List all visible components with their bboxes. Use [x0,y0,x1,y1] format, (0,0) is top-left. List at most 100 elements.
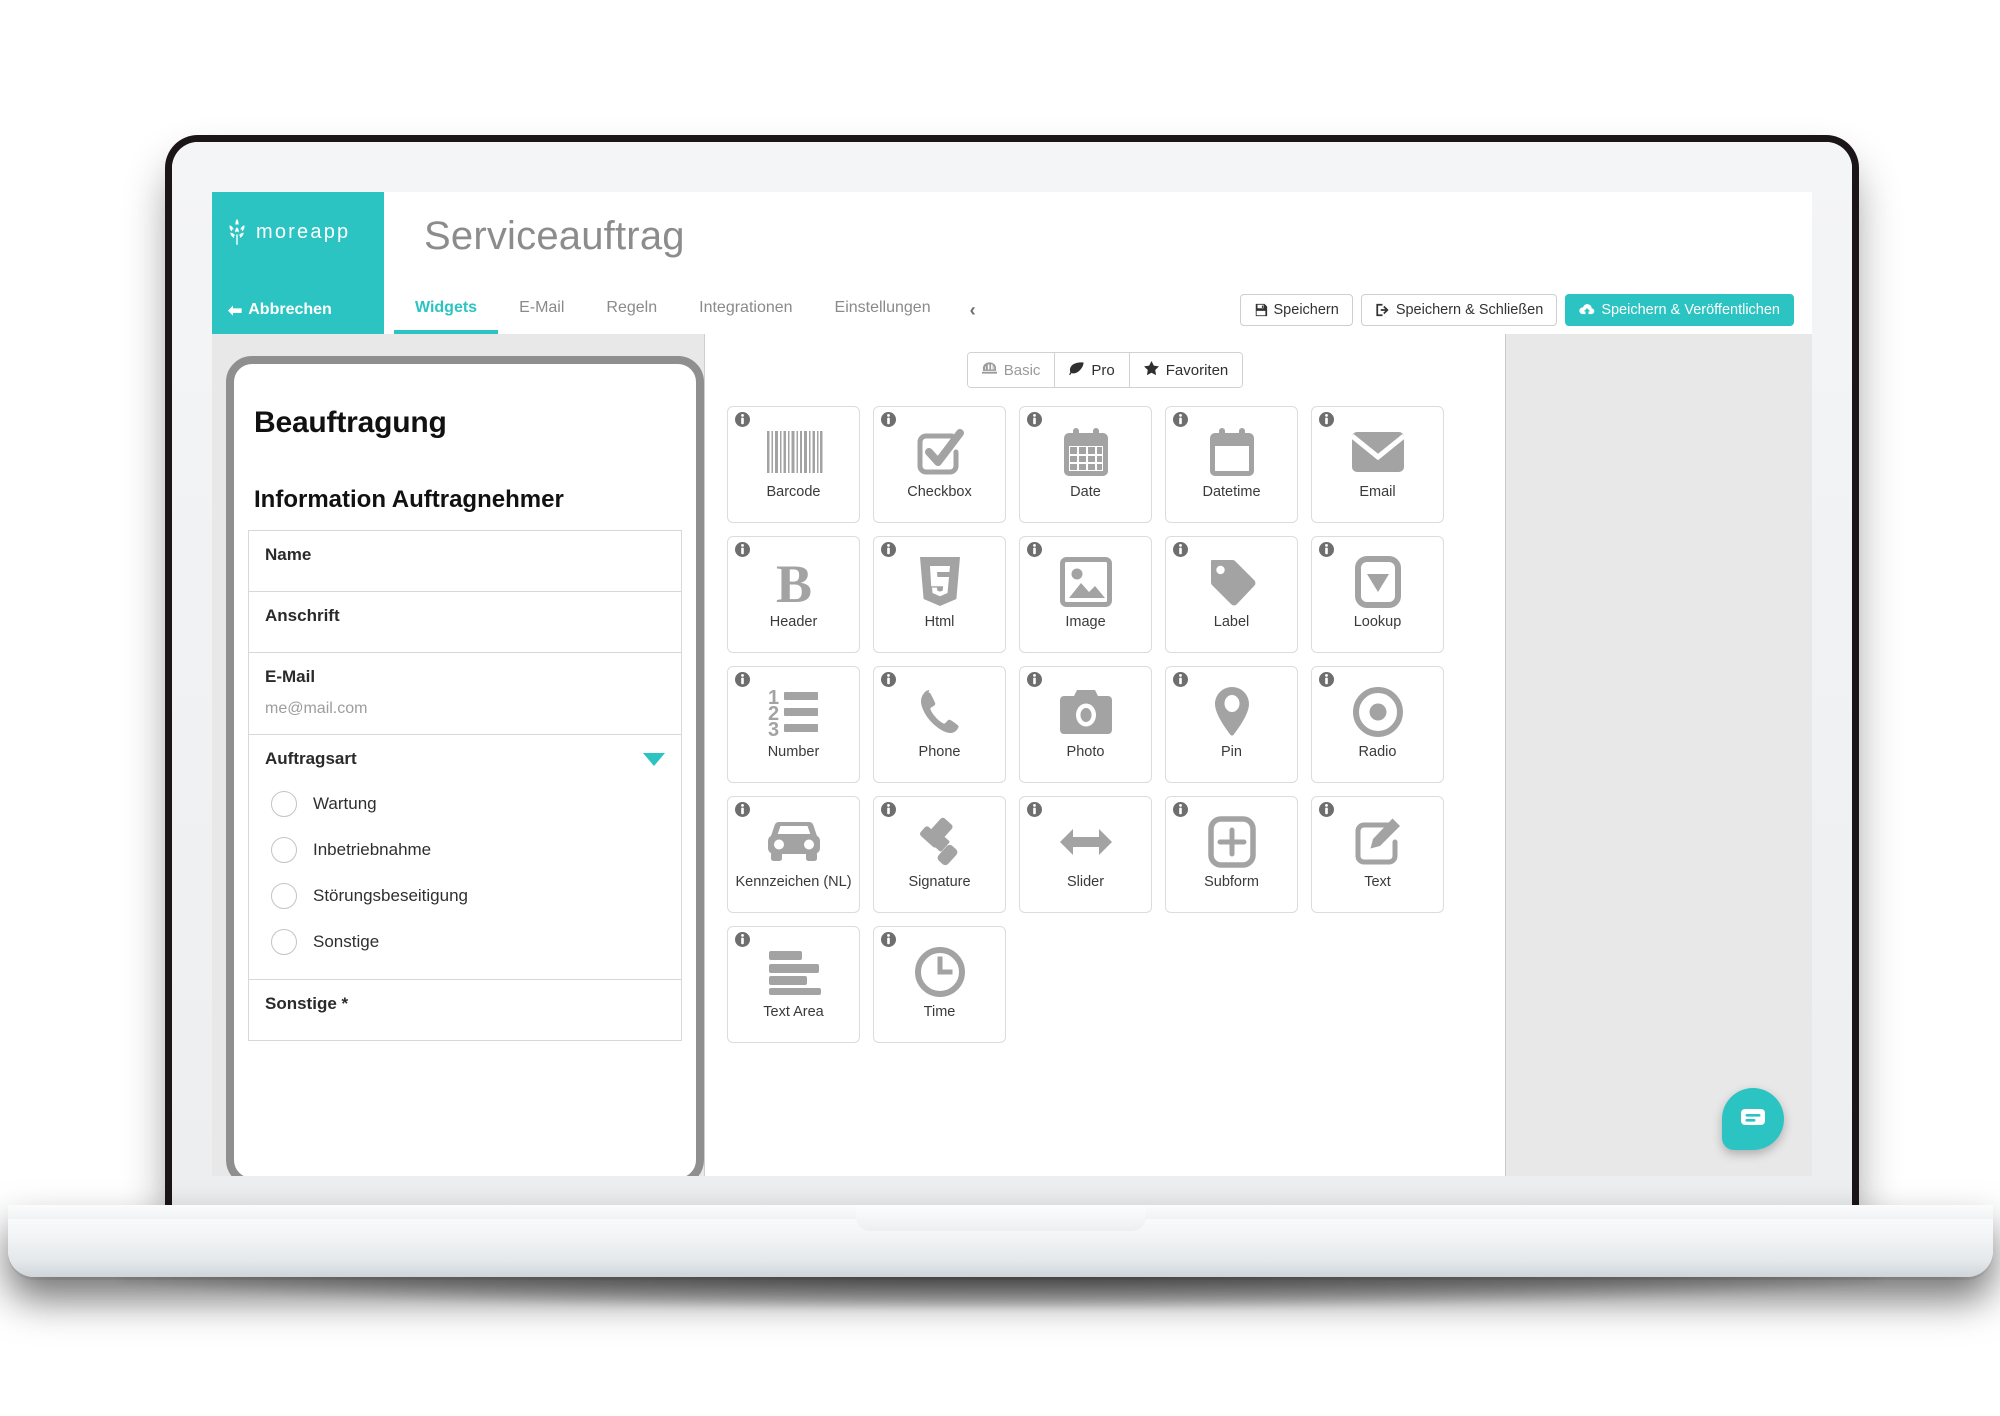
form-section-title: Information Auftragnehmer [254,486,564,513]
chat-support-button[interactable] [1722,1088,1784,1150]
app-header: moreapp Serviceauftrag [212,192,1812,286]
widget-label-text: Text [1364,874,1391,890]
widget-card-kennzeichen[interactable]: Kennzeichen (NL) [727,796,860,913]
widget-card-datetime[interactable]: Datetime [1165,406,1298,523]
info-circle-icon[interactable] [1173,802,1188,817]
chevron-down-icon[interactable] [643,752,665,766]
widget-card-image[interactable]: Image [1019,536,1152,653]
info-circle-icon[interactable] [881,412,896,427]
radio-circle-icon[interactable] [271,929,297,955]
cancel-button[interactable]: ⬅ Abbrechen [212,301,332,319]
filter-basic-button[interactable]: Basic [967,353,1056,387]
widget-card-phone[interactable]: Phone [873,666,1006,783]
info-circle-icon[interactable] [735,412,750,427]
widget-card-signature[interactable]: Signature [873,796,1006,913]
widget-card-text[interactable]: Text [1311,796,1444,913]
widget-card-pin[interactable]: Pin [1165,666,1298,783]
widget-card-radio[interactable]: Radio [1311,666,1444,783]
info-circle-icon[interactable] [735,672,750,687]
widget-label-html: Html [924,614,955,630]
radio-circle-icon[interactable] [271,791,297,817]
sign-out-icon [1375,303,1390,317]
info-circle-icon[interactable] [881,802,896,817]
tab-email[interactable]: E-Mail [498,286,585,334]
widget-label-date: Date [1070,484,1101,500]
widget-card-lookup[interactable]: Lookup [1311,536,1444,653]
widget-label-image: Image [1065,614,1106,630]
info-circle-icon[interactable] [735,802,750,817]
form-field-name[interactable]: Name [248,530,682,591]
info-circle-icon[interactable] [881,932,896,947]
info-circle-icon[interactable] [1319,412,1334,427]
info-circle-icon[interactable] [1027,802,1042,817]
tab-einstellungen[interactable]: Einstellungen [814,286,952,334]
info-circle-icon[interactable] [1027,542,1042,557]
info-circle-icon[interactable] [1027,412,1042,427]
info-circle-icon[interactable] [1027,672,1042,687]
chevron-left-icon[interactable]: ‹ [952,286,994,334]
chat-message-icon [1740,1106,1766,1133]
app-navbar: ⬅ Abbrechen Widgets E-Mail Regeln Integr… [212,286,1812,335]
info-circle-icon[interactable] [1319,672,1334,687]
laptop-mockup: moreapp Serviceauftrag ⬅ Abbrechen Widge… [0,0,2000,1416]
form-field-sonstige[interactable]: Sonstige * [248,979,682,1041]
form-field-email[interactable]: E-Mail me@mail.com [248,652,682,734]
info-circle-icon[interactable] [1319,542,1334,557]
widget-card-email[interactable]: Email [1311,406,1444,523]
info-circle-icon[interactable] [881,672,896,687]
plus-square-icon [1201,811,1263,873]
info-circle-icon[interactable] [735,932,750,947]
laptop-base [8,1205,1993,1277]
save-button[interactable]: Speichern [1239,294,1353,326]
tab-regeln[interactable]: Regeln [585,286,678,334]
widget-label-pin: Pin [1221,744,1242,760]
tab-widgets[interactable]: Widgets [394,286,499,334]
widget-card-label[interactable]: Label [1165,536,1298,653]
widget-card-date[interactable]: Date [1019,406,1152,523]
info-circle-icon[interactable] [1173,412,1188,427]
save-and-close-button[interactable]: Speichern & Schließen [1360,294,1558,326]
radio-option-wartung-label: Wartung [313,794,377,813]
wheat-icon [226,219,248,245]
widget-card-html[interactable]: Html [873,536,1006,653]
filter-favoriten-button[interactable]: Favoriten [1129,353,1243,387]
form-title: Beauftragung [254,406,447,439]
form-field-anschrift[interactable]: Anschrift [248,591,682,652]
widget-card-photo[interactable]: Photo [1019,666,1152,783]
envelope-icon [1347,421,1409,483]
brand-wordmark: moreapp [256,221,351,243]
info-circle-icon[interactable] [1173,672,1188,687]
widget-card-number[interactable]: 123 Number [727,666,860,783]
radio-option-wartung[interactable]: Wartung [265,781,665,827]
filter-pro-button[interactable]: Pro [1055,353,1130,387]
widget-card-checkbox[interactable]: Checkbox [873,406,1006,523]
widget-card-time[interactable]: Time [873,926,1006,1043]
widget-card-header[interactable]: B Header [727,536,860,653]
application-window: moreapp Serviceauftrag ⬅ Abbrechen Widge… [212,192,1812,1176]
radio-circle-icon[interactable] [271,883,297,909]
filter-favoriten-label: Favoriten [1165,361,1229,379]
widget-card-subform[interactable]: Subform [1165,796,1298,913]
map-pin-icon [1201,681,1263,743]
widget-card-text-area[interactable]: Text Area [727,926,860,1043]
text-lines-icon [763,941,825,1003]
radio-circle-icon[interactable] [271,837,297,863]
tab-integrationen[interactable]: Integrationen [678,286,813,334]
radio-option-stoerungsbeseitigung[interactable]: Störungsbeseitigung [265,873,665,919]
info-circle-icon[interactable] [1173,542,1188,557]
info-circle-icon[interactable] [881,542,896,557]
svg-text:B: B [775,556,811,608]
widget-card-slider[interactable]: Slider [1019,796,1152,913]
radio-option-sonstige[interactable]: Sonstige [265,919,665,965]
radio-option-inbetriebnahme[interactable]: Inbetriebnahme [265,827,665,873]
form-field-auftragsart[interactable]: Auftragsart Wartung Inbetriebnahme Störu… [248,734,682,979]
leaf-icon [1069,361,1084,379]
gavel-icon [909,811,971,873]
info-circle-icon[interactable] [735,542,750,557]
phone-preview-scroll[interactable]: Beauftragung Information Auftragnehmer N… [234,364,696,1176]
widget-card-barcode[interactable]: Barcode [727,406,860,523]
save-and-publish-button-label: Speichern & Veröffentlichen [1601,302,1780,318]
save-and-publish-button[interactable]: Speichern & Veröffentlichen [1565,294,1794,326]
widget-label-header: Header [769,614,818,630]
info-circle-icon[interactable] [1319,802,1334,817]
